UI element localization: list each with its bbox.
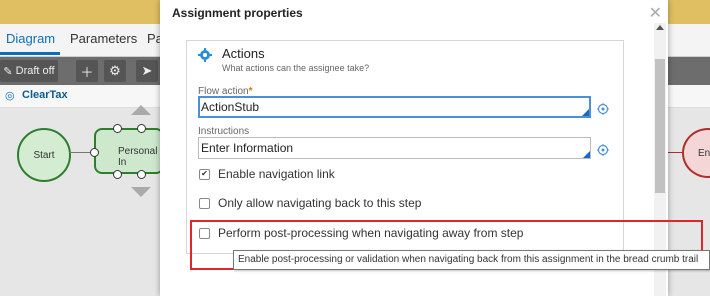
pencil-icon: ✎ <box>3 65 13 78</box>
resize-handle[interactable] <box>90 148 99 157</box>
start-node[interactable]: Start <box>17 128 71 182</box>
draft-off-button[interactable]: ✎ Draft off <box>0 60 58 82</box>
arrow-down-icon[interactable] <box>131 187 151 197</box>
arrow-up-icon[interactable] <box>131 105 151 115</box>
section-subtitle: What actions can the assignee take? <box>222 63 370 73</box>
scrollbar-thumb[interactable] <box>655 59 665 193</box>
section-title: Actions <box>222 46 265 61</box>
active-tab-indicator <box>0 52 60 55</box>
resize-handle[interactable] <box>137 124 146 133</box>
instructions-value: Enter Information <box>201 141 294 155</box>
draft-off-label: Draft off <box>15 65 55 77</box>
dialog-title: Assignment properties <box>172 6 303 20</box>
add-shape-button[interactable]: ＋ <box>76 60 98 82</box>
autocomplete-corner-icon <box>583 151 590 158</box>
pointer-tool-button[interactable]: ➤ <box>136 60 158 82</box>
only-allow-back-option[interactable]: Only allow navigating back to this step <box>199 196 421 210</box>
plus-icon: ＋ <box>80 64 94 80</box>
close-icon[interactable]: ✕ <box>649 6 662 22</box>
checkbox-unchecked-icon[interactable] <box>199 197 210 209</box>
checkbox-checked-icon[interactable]: ✔ <box>199 168 210 180</box>
resize-handle[interactable] <box>137 170 146 179</box>
target-icon[interactable] <box>597 103 609 115</box>
checkbox-label: Enable navigation link <box>218 167 335 181</box>
cursor-icon: ➤ <box>141 63 153 78</box>
assignment-node[interactable]: Personal In <box>94 128 164 174</box>
tab-parameters[interactable]: Parameters <box>70 31 137 46</box>
breadcrumb[interactable]: ClearTax <box>22 89 68 101</box>
target-icon[interactable] <box>597 144 609 156</box>
instructions-label: Instructions <box>198 126 250 137</box>
flow-action-value: ActionStub <box>201 100 260 114</box>
resize-handle[interactable] <box>113 124 122 133</box>
enable-navigation-link-option[interactable]: ✔ Enable navigation link <box>199 167 335 181</box>
start-node-label: Start <box>33 149 55 161</box>
scroll-up-icon[interactable] <box>656 25 664 30</box>
flow-action-field[interactable]: ActionStub <box>198 96 591 118</box>
autocomplete-corner-icon <box>582 109 589 116</box>
resize-handle[interactable] <box>113 170 122 179</box>
checkbox-label: Only allow navigating back to this step <box>218 196 422 210</box>
tooltip: Enable post-processing or validation whe… <box>233 250 710 270</box>
gear-icon <box>198 48 212 62</box>
gear-icon: ⚙ <box>109 63 121 78</box>
assignment-node-label: Personal In <box>118 146 158 168</box>
instructions-field[interactable]: Enter Information <box>198 137 591 159</box>
end-node-label: End <box>698 147 710 159</box>
location-pin-icon: ◎ <box>5 90 15 102</box>
tab-diagram[interactable]: Diagram <box>6 31 55 46</box>
settings-button[interactable]: ⚙ <box>104 60 126 82</box>
